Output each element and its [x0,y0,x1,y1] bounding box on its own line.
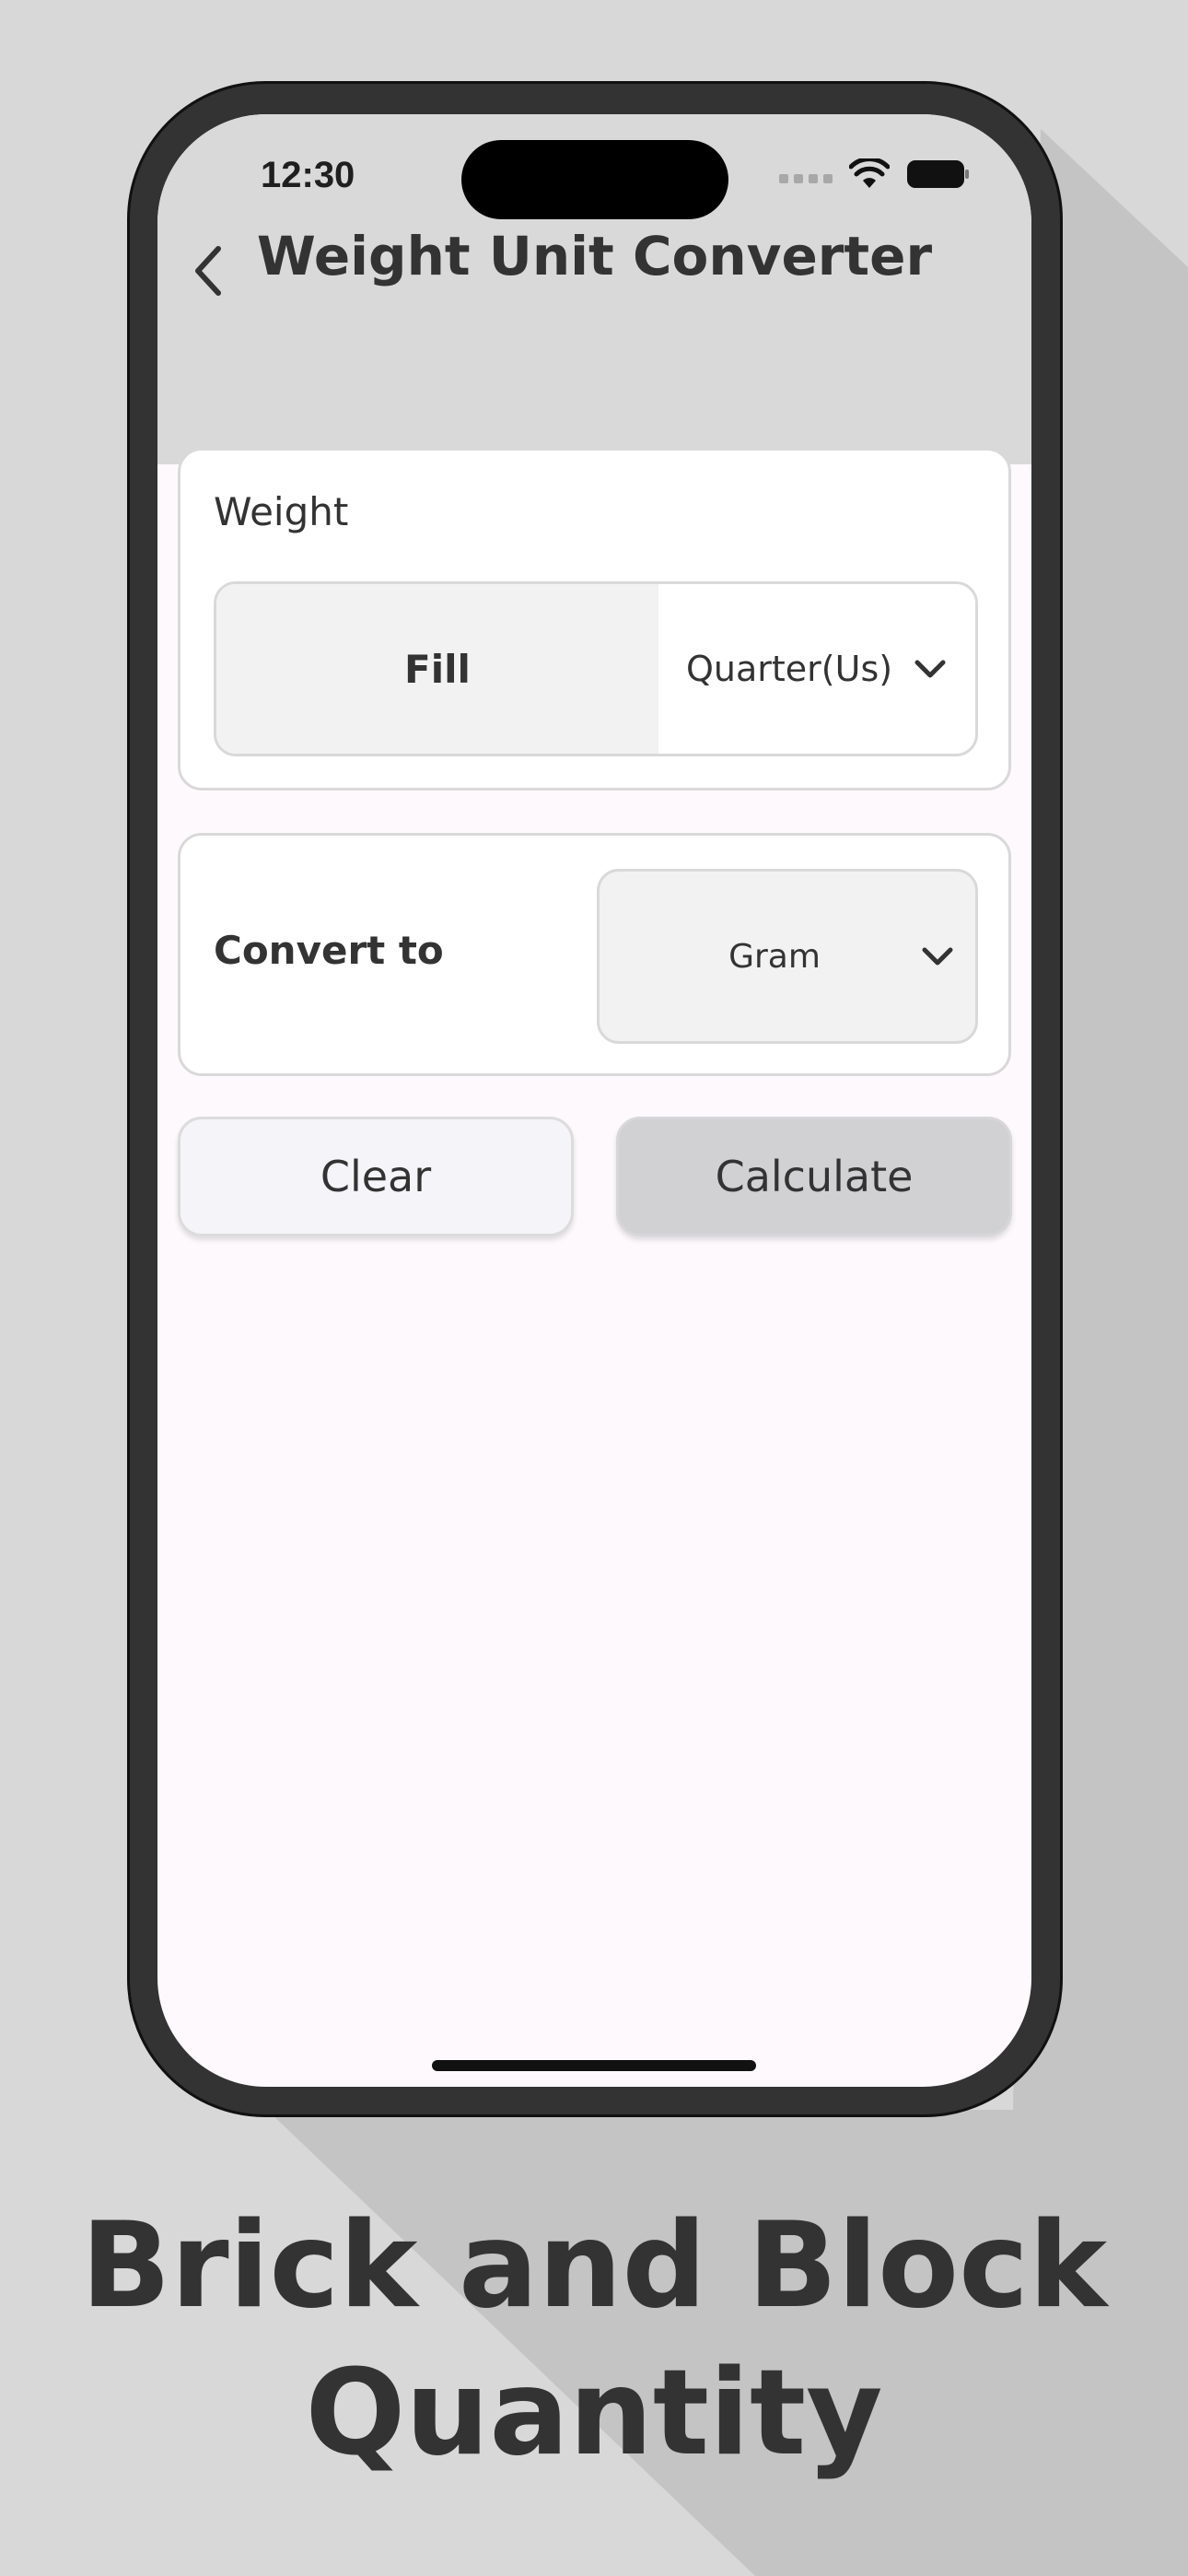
convert-unit-select[interactable]: Gram [597,869,978,1044]
battery-icon [907,160,969,188]
convert-to-label: Convert to [214,928,444,973]
chevron-down-icon [922,947,953,966]
promo-line-2: Quantity [305,2345,883,2482]
promo-line-1: Brick and Block [80,2197,1108,2335]
convert-card: Convert to Gram [178,833,1011,1076]
chevron-down-icon [914,660,946,678]
dynamic-island [461,140,728,219]
home-indicator[interactable] [432,2060,756,2071]
weight-card: Weight Fill Quarter(Us) [178,448,1011,790]
screenshot-canvas: 12:30 Weight Unit Converter Weight Fill … [0,0,1188,2576]
status-time: 12:30 [261,155,355,195]
calculate-button[interactable]: Calculate [616,1117,1012,1236]
signal-icon [779,174,833,183]
weight-label: Weight [214,489,349,534]
weight-input[interactable]: Fill [216,584,658,754]
wifi-icon [849,158,890,188]
convert-unit-value: Gram [728,937,821,976]
weight-unit-select[interactable]: Quarter(Us) [658,584,975,754]
page-title: Weight Unit Converter [256,225,933,287]
app-screen: 12:30 Weight Unit Converter Weight Fill … [157,114,1031,2087]
weight-input-row: Fill Quarter(Us) [214,581,978,756]
clear-button[interactable]: Clear [178,1117,574,1236]
weight-unit-value: Quarter(Us) [686,649,893,689]
status-icons [779,158,971,190]
promo-caption: Brick and Block Quantity [0,2193,1188,2488]
